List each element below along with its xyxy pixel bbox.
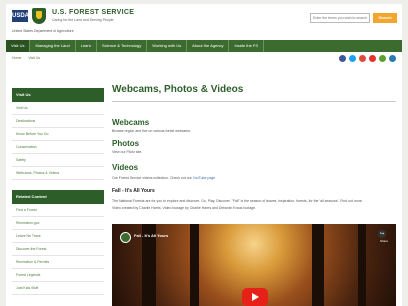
breadcrumb-home[interactable]: Home (12, 56, 21, 60)
breadcrumb: Home Visit Us (12, 56, 46, 60)
videos-heading: Videos (112, 163, 139, 172)
play-button-icon[interactable] (242, 288, 268, 306)
video-title[interactable]: Fall - It's All Yours (134, 233, 168, 238)
facebook-icon[interactable] (339, 55, 346, 62)
nav-item-learn[interactable]: Learn (76, 40, 97, 52)
webcams-text: Browse region and live on various forest… (112, 129, 191, 133)
sidebar-item-just-kids-stuff[interactable]: Just Kids Stuff (12, 282, 104, 295)
youtube-page-link[interactable]: YouTube page (193, 176, 216, 180)
nav-item-inside-the-fs[interactable]: Inside the FS (229, 40, 265, 52)
video-section-title: Fall - It's All Yours (112, 188, 155, 194)
video-description-2: Video created by Charlie Harris. Video f… (112, 206, 257, 210)
department-name: United States Department of Agriculture (12, 29, 74, 33)
sidebar-item-recreation-permits[interactable]: Recreation & Permits (12, 256, 104, 269)
twitter-icon[interactable] (349, 55, 356, 62)
sidebar-item-leave-no-trace[interactable]: Leave No Trace (12, 230, 104, 243)
photos-text: View our Flickr site. (112, 150, 143, 154)
google-plus-icon[interactable] (359, 55, 366, 62)
sidebar-item-conservation[interactable]: Conservation (12, 141, 104, 154)
nav-item-working-with-us[interactable]: Working with Us (147, 40, 188, 52)
sidebar-item-safety[interactable]: Safety (12, 154, 104, 167)
site-header: USDA U.S. FOREST SERVICE Caring for the … (6, 4, 402, 40)
share-label[interactable]: Share (380, 239, 388, 243)
sidebar-item-visit-us[interactable]: Visit Us (12, 102, 104, 115)
video-description-1: The National Forests are for you to expl… (112, 199, 363, 203)
videos-text-prefix: Our Forest Service videos collection. Ch… (112, 176, 192, 180)
sidebar-heading-related-content: Related Content (12, 190, 104, 204)
nav-item-visit-us[interactable]: Visit Us (6, 40, 31, 52)
sidebar-item-discover-the-forest[interactable]: Discover the Forest (12, 243, 104, 256)
main-nav: Visit Us Managing the Land Learn Science… (6, 40, 402, 52)
search-button[interactable]: Search (373, 13, 397, 23)
page: USDA U.S. FOREST SERVICE Caring for the … (6, 4, 402, 306)
tree-trunk (312, 224, 324, 306)
sidebar-item-know-before-you-go[interactable]: Know Before You Go (12, 128, 104, 141)
tree-trunk (358, 224, 366, 306)
photos-heading: Photos (112, 139, 140, 148)
webcams-heading: Webcams (112, 118, 150, 127)
sidebar: Visit Us Visit Us Destinations Know Befo… (12, 88, 104, 295)
sidebar-heading-visit-us[interactable]: Visit Us (12, 88, 104, 102)
search-input[interactable] (310, 13, 370, 23)
sidebar-item-forest-legends[interactable]: Forest Legends (12, 269, 104, 282)
page-title: Webcams, Photos & Videos (112, 84, 244, 95)
sidebar-item-destinations[interactable]: Destinations (12, 115, 104, 128)
title-divider (112, 101, 396, 102)
video-player[interactable]: Fall - It's All Yours ↪ Share (112, 224, 396, 306)
usda-logo[interactable]: USDA (12, 10, 29, 22)
agency-name[interactable]: U.S. FOREST SERVICE (52, 9, 134, 16)
email-icon[interactable] (389, 55, 396, 62)
print-icon[interactable] (379, 55, 386, 62)
channel-avatar[interactable] (120, 232, 131, 243)
pinterest-icon[interactable] (369, 55, 376, 62)
forest-service-shield-icon[interactable] (32, 8, 46, 24)
videos-text: Our Forest Service videos collection. Ch… (112, 176, 215, 180)
nav-item-about-the-agency[interactable]: About the Agency (187, 40, 230, 52)
breadcrumb-visit-us[interactable]: Visit Us (28, 56, 40, 60)
sidebar-item-webcams-photos-videos[interactable]: Webcams, Photos & Videos (12, 167, 104, 180)
agency-tagline: Caring for the Land and Serving People (52, 18, 114, 22)
tree-trunk (190, 224, 199, 306)
sidebar-item-recreation-gov[interactable]: Recreation.gov (12, 217, 104, 230)
nav-item-science-technology[interactable]: Science & Technology (97, 40, 148, 52)
nav-item-managing-the-land[interactable]: Managing the Land (30, 40, 76, 52)
share-icon[interactable]: ↪ (378, 230, 386, 238)
sidebar-item-find-a-forest[interactable]: Find a Forest (12, 204, 104, 217)
social-share-bar (339, 55, 396, 62)
